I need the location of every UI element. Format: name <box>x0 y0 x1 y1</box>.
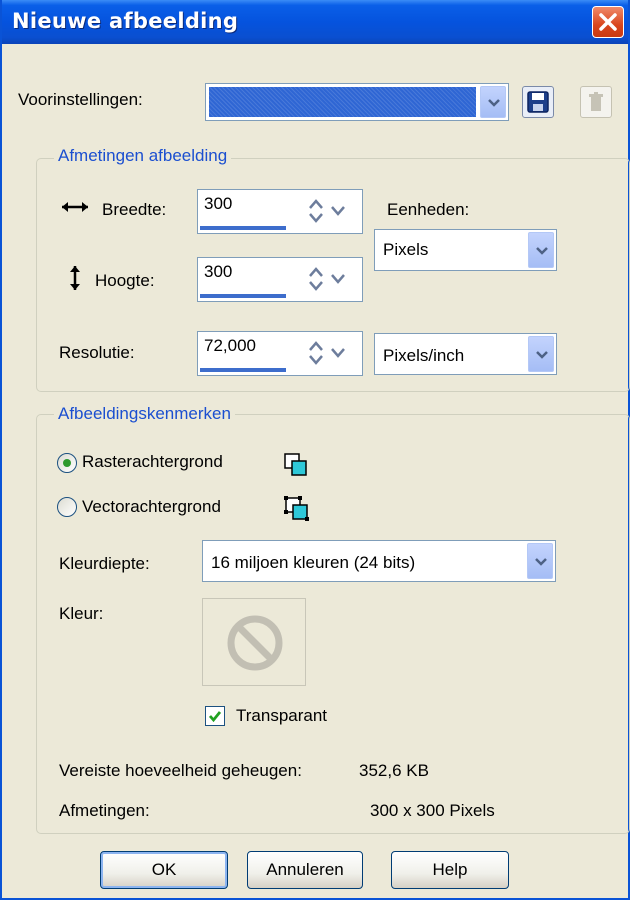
color-depth-dropdown-arrow[interactable] <box>527 543 553 579</box>
checkmark-icon <box>208 711 222 723</box>
spin-arrows-icon[interactable] <box>306 266 356 292</box>
color-depth-dropdown[interactable]: 16 miljoen kleuren (24 bits) <box>202 540 556 582</box>
close-button[interactable] <box>592 6 624 38</box>
vector-layer-icon <box>284 496 309 521</box>
units-value: Pixels <box>383 240 429 259</box>
presets-dropdown-arrow[interactable] <box>480 86 506 118</box>
chevron-down-icon <box>535 558 547 566</box>
resolution-label: Resolutie: <box>59 343 135 362</box>
resolution-unit-dropdown-arrow[interactable] <box>528 336 554 372</box>
color-depth-label: Kleurdiepte: <box>59 554 150 573</box>
width-spinbox[interactable]: 300 <box>197 189 363 234</box>
resolution-unit-dropdown[interactable]: Pixels/inch <box>374 333 557 375</box>
width-slider-fill <box>200 226 286 230</box>
help-button[interactable]: Help <box>391 851 509 889</box>
resolution-slider-fill <box>200 368 286 372</box>
transparent-label[interactable]: Transparant <box>236 706 327 726</box>
chevron-down-icon <box>536 247 548 255</box>
ok-button[interactable]: OK <box>100 851 228 889</box>
units-dropdown-arrow[interactable] <box>528 232 554 268</box>
chevron-down-icon <box>488 99 500 107</box>
color-depth-value: 16 miljoen kleuren (24 bits) <box>211 553 416 572</box>
title-bar[interactable]: Nieuwe afbeelding <box>2 0 628 44</box>
width-arrows-icon <box>62 202 88 212</box>
no-color-icon <box>227 615 283 671</box>
presets-selection <box>209 87 476 117</box>
raster-layer-icon <box>284 453 307 476</box>
color-label: Kleur: <box>59 604 104 623</box>
save-preset-button[interactable] <box>522 86 554 118</box>
resolution-spinbox[interactable]: 72,000 <box>197 331 363 376</box>
resolution-value: 72,000 <box>204 336 256 355</box>
cancel-button[interactable]: Annuleren <box>247 851 363 889</box>
spin-arrows-icon[interactable] <box>306 198 356 224</box>
height-slider-fill <box>200 294 286 298</box>
units-dropdown[interactable]: Pixels <box>374 229 557 271</box>
size-label: Afmetingen: <box>59 801 150 820</box>
new-image-dialog: Nieuwe afbeelding Voorinstellingen: Afme… <box>0 0 630 900</box>
vector-background-radio[interactable] <box>57 497 77 517</box>
height-label: Hoogte: <box>95 271 155 290</box>
height-arrows-icon <box>70 266 80 290</box>
presets-dropdown[interactable] <box>205 83 509 121</box>
memory-value: 352,6 KB <box>359 761 429 780</box>
window-title: Nieuwe afbeelding <box>12 9 239 33</box>
characteristics-group-title: Afbeeldingskenmerken <box>54 404 235 424</box>
raster-background-label[interactable]: Rasterachtergrond <box>82 452 223 472</box>
height-value: 300 <box>204 262 233 281</box>
resolution-unit-value: Pixels/inch <box>383 346 465 365</box>
transparent-checkbox[interactable] <box>205 706 225 726</box>
trash-icon <box>589 92 603 111</box>
presets-label: Voorinstellingen: <box>18 90 143 109</box>
units-label: Eenheden: <box>387 200 470 219</box>
width-label: Breedte: <box>102 200 167 219</box>
color-swatch[interactable] <box>202 598 306 686</box>
spin-arrows-icon[interactable] <box>306 340 356 366</box>
delete-preset-button[interactable] <box>580 86 612 118</box>
memory-label: Vereiste hoeveelheid geheugen: <box>59 761 302 780</box>
dimensions-group-title: Afmetingen afbeelding <box>54 146 232 166</box>
width-value: 300 <box>204 194 233 213</box>
raster-background-radio[interactable] <box>57 453 77 473</box>
close-icon <box>599 13 617 31</box>
size-value: 300 x 300 Pixels <box>370 801 495 820</box>
vector-background-label[interactable]: Vectorachtergrond <box>82 497 221 517</box>
chevron-down-icon <box>536 351 548 359</box>
save-icon <box>527 91 549 113</box>
height-spinbox[interactable]: 300 <box>197 257 363 302</box>
radio-selected-dot <box>63 459 71 467</box>
